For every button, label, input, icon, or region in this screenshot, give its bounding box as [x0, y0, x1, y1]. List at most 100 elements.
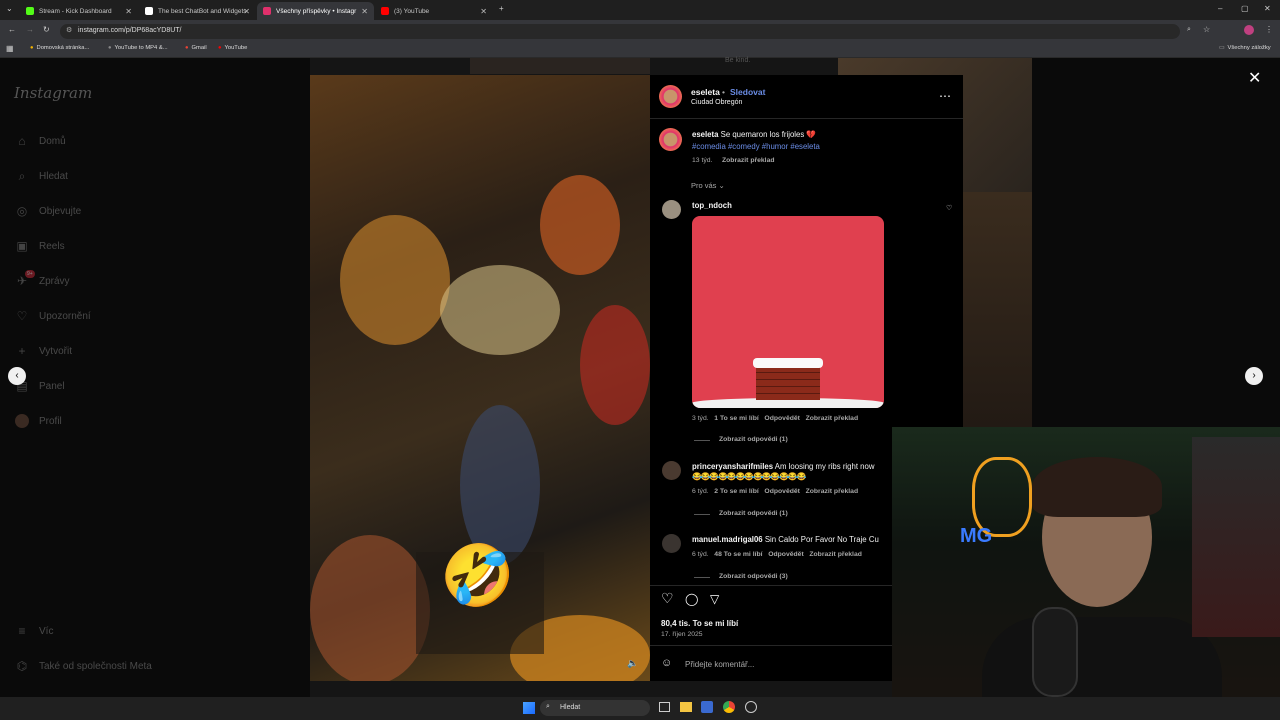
- comment-icon[interactable]: ◯: [685, 592, 698, 606]
- dot-separator: •: [722, 87, 725, 97]
- bookmark-yt-mp4[interactable]: ● YouTube to MP4 &...: [108, 45, 168, 51]
- app-icon[interactable]: [745, 701, 757, 713]
- window-close-icon[interactable]: ✕: [1264, 4, 1271, 13]
- zoom-icon[interactable]: ⌕: [1187, 26, 1191, 34]
- commenter-avatar[interactable]: [662, 200, 681, 219]
- translate-button[interactable]: Zobrazit překlad: [809, 551, 862, 558]
- likes-count[interactable]: 80,4 tis. To se mi líbí: [661, 619, 738, 628]
- comment-gif[interactable]: [692, 216, 884, 408]
- bookmark-star-icon[interactable]: ☆: [1203, 25, 1210, 34]
- comment-like-count[interactable]: 1 To se mi líbí: [714, 415, 758, 422]
- comment-username[interactable]: princeryansharifmiles: [692, 462, 773, 471]
- sidebar-item-explore[interactable]: ◎ Objevujte: [15, 204, 82, 218]
- tab-title: (3) YouTube: [394, 7, 430, 15]
- instagram-logo[interactable]: Instagram: [14, 84, 92, 102]
- translate-button[interactable]: Zobrazit překlad: [722, 157, 775, 164]
- instagram-icon: [263, 7, 271, 15]
- youtube-icon: ●: [218, 45, 222, 51]
- caption-avatar[interactable]: [659, 128, 682, 151]
- author-avatar[interactable]: [659, 85, 682, 108]
- file-explorer-icon[interactable]: [680, 702, 692, 712]
- follow-button[interactable]: Sledovat: [730, 87, 765, 97]
- reply-button[interactable]: Odpovědět: [764, 415, 800, 422]
- close-icon[interactable]: ✕: [243, 7, 250, 16]
- sidebar-item-profile[interactable]: Profil: [15, 414, 62, 428]
- like-comment-icon[interactable]: ♡: [946, 204, 952, 212]
- tab-chatbot[interactable]: The best ChatBot and Widgets ✕: [139, 2, 256, 20]
- post-video[interactable]: 🤣 🔈: [310, 75, 650, 681]
- reply-button[interactable]: Odpovědět: [764, 488, 800, 495]
- view-replies-button[interactable]: Zobrazit odpovědi (3): [719, 573, 788, 580]
- comment-username[interactable]: manuel.madrigal06: [692, 535, 763, 544]
- address-bar[interactable]: ⚙ instagram.com/p/DP68acYD8UT/: [60, 24, 1180, 39]
- share-icon[interactable]: ▽: [710, 592, 719, 606]
- mute-icon[interactable]: 🔈: [627, 658, 638, 669]
- streamer-hair: [1032, 457, 1162, 517]
- bookmark-home[interactable]: ● Domovská stránka...: [30, 45, 89, 51]
- tab-instagram[interactable]: Všechny příspěvky • Instagr ✕: [257, 2, 374, 20]
- translate-button[interactable]: Zobrazit překlad: [806, 488, 859, 495]
- view-replies-button[interactable]: Zobrazit odpovědi (1): [719, 436, 788, 443]
- new-tab-icon[interactable]: +: [499, 4, 504, 13]
- apps-icon[interactable]: ▦: [6, 44, 14, 53]
- for-you-dropdown[interactable]: Pro vás ⌄: [691, 181, 725, 190]
- back-icon[interactable]: ←: [8, 25, 16, 34]
- sidebar-item-create[interactable]: + Vytvořit: [15, 344, 71, 358]
- search-icon: ⌕: [546, 703, 550, 710]
- comment-like-count[interactable]: 48 To se mi líbí: [714, 551, 762, 558]
- sidebar-item-search[interactable]: ⌕ Hledat: [15, 169, 68, 183]
- task-view-icon[interactable]: [659, 702, 670, 712]
- sidebar-item-messages[interactable]: ✈ Zprávy 9+: [15, 270, 70, 288]
- like-icon[interactable]: ♡: [661, 590, 674, 607]
- tab-youtube[interactable]: (3) YouTube ✕: [375, 2, 493, 20]
- previous-post-button[interactable]: ‹: [8, 367, 26, 385]
- sidebar-item-more[interactable]: ≡ Víc: [15, 624, 53, 638]
- bookmark-youtube[interactable]: ● YouTube: [218, 45, 247, 51]
- next-post-button[interactable]: ›: [1245, 367, 1263, 385]
- tab-kick[interactable]: Stream - Kick Dashboard ✕: [20, 2, 138, 20]
- tab-title: The best ChatBot and Widgets: [158, 7, 247, 15]
- caption-username[interactable]: eseleta: [692, 130, 718, 139]
- site-info-icon[interactable]: ⚙: [66, 26, 72, 34]
- comment-like-count[interactable]: 2 To se mi líbí: [714, 488, 758, 495]
- caption-text: Se quemaron los frijoles 💔: [720, 130, 817, 139]
- translate-button[interactable]: Zobrazit překlad: [806, 415, 859, 422]
- comment-username[interactable]: top_ndoch: [692, 201, 732, 210]
- replies-line: [694, 514, 710, 515]
- folder-icon: ●: [30, 45, 34, 51]
- close-icon[interactable]: ✕: [480, 7, 487, 16]
- notification-badge: 9+: [25, 270, 35, 278]
- add-comment-input[interactable]: Přidejte komentář...: [685, 660, 754, 669]
- chrome-icon[interactable]: [723, 701, 735, 713]
- menu-icon[interactable]: ⋮: [1265, 25, 1273, 34]
- replies-line: [694, 577, 710, 578]
- forward-icon[interactable]: →: [26, 25, 34, 34]
- tab-search-icon[interactable]: ⌄: [6, 4, 13, 13]
- reload-icon[interactable]: ↻: [43, 25, 50, 34]
- bookmark-all[interactable]: ▭ Všechny záložky: [1219, 45, 1271, 51]
- taskbar-search[interactable]: ⌕ Hledat: [540, 700, 650, 716]
- sidebar-item-meta[interactable]: ⌬ Také od společnosti Meta: [15, 659, 152, 673]
- commenter-avatar[interactable]: [662, 534, 681, 553]
- post-location[interactable]: Ciudad Obregón: [691, 99, 742, 106]
- close-icon[interactable]: ✕: [125, 7, 132, 16]
- sidebar-item-reels[interactable]: ▣ Reels: [15, 239, 64, 253]
- sidebar-item-notifications[interactable]: ♡ Upozornění: [15, 309, 91, 323]
- bookmark-gmail[interactable]: ● Gmail: [185, 45, 207, 51]
- emoji-picker-icon[interactable]: ☺: [661, 657, 672, 669]
- more-options-icon[interactable]: ⋯: [939, 89, 951, 103]
- author-username[interactable]: eseleta: [691, 87, 720, 97]
- comment-body: manuel.madrigal06 Sin Caldo Por Favor No…: [692, 535, 879, 544]
- profile-avatar[interactable]: [1244, 25, 1254, 35]
- caption-hashtags[interactable]: #comedia #comedy #humor #eseleta: [692, 142, 820, 151]
- view-replies-button[interactable]: Zobrazit odpovědi (1): [719, 510, 788, 517]
- sidebar-item-home[interactable]: ⌂ Domů: [15, 134, 65, 148]
- maximize-icon[interactable]: ▢: [1241, 4, 1249, 13]
- close-modal-icon[interactable]: ✕: [1248, 68, 1261, 88]
- commenter-avatar[interactable]: [662, 461, 681, 480]
- store-icon[interactable]: [701, 701, 713, 713]
- close-icon[interactable]: ✕: [361, 7, 368, 16]
- reply-button[interactable]: Odpovědět: [768, 551, 804, 558]
- minimize-icon[interactable]: –: [1218, 4, 1222, 13]
- start-icon[interactable]: [523, 702, 535, 714]
